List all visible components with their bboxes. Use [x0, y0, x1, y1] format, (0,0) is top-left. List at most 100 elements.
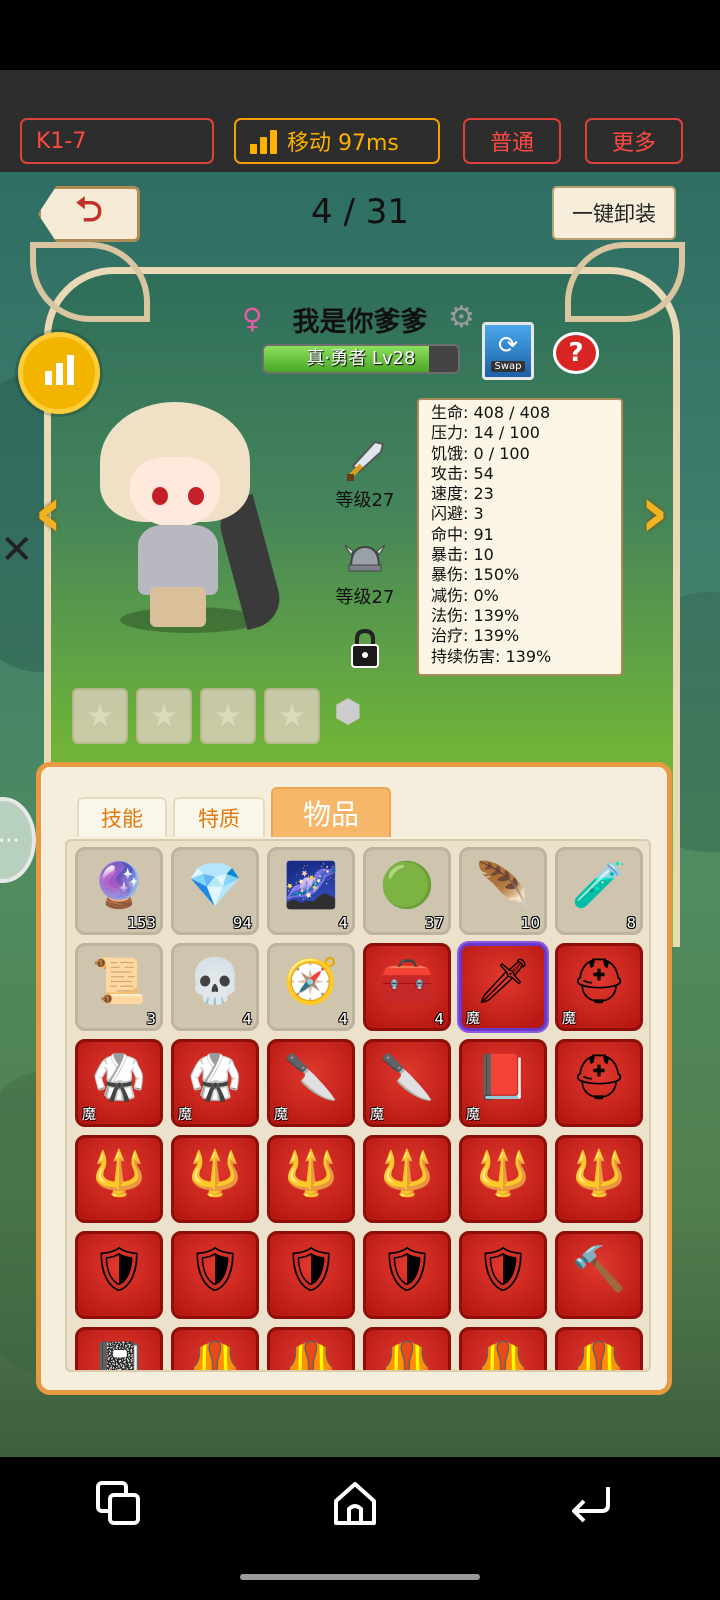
- stats-panel: 生命: 408 / 408 压力: 14 / 100 饥饿: 0 / 100 攻…: [417, 398, 623, 676]
- scroll-icon: 📜: [91, 956, 147, 1007]
- stat-stress: 压力: 14 / 100: [431, 423, 540, 443]
- item-slot[interactable]: 🔨: [555, 1231, 643, 1319]
- item-slot[interactable]: 🦺: [171, 1327, 259, 1372]
- home-icon[interactable]: [330, 1479, 380, 1529]
- item-slot[interactable]: 💎 94: [171, 847, 259, 935]
- fur-armor-icon: 🥋: [91, 1052, 147, 1103]
- emerald-icon: 🟢: [379, 860, 435, 911]
- item-slot[interactable]: 🔪 魔: [267, 1039, 355, 1127]
- previous-hero-arrow-icon[interactable]: ‹: [34, 472, 74, 552]
- swap-button[interactable]: ⟳ Swap: [482, 322, 534, 380]
- magic-tag: 魔: [274, 1107, 288, 1123]
- laurel-shield-icon: 🛡: [475, 1244, 531, 1295]
- item-slot[interactable]: 🪶 10: [459, 847, 547, 935]
- item-slot[interactable]: 📓: [75, 1327, 163, 1372]
- item-slot[interactable]: 🔱: [171, 1135, 259, 1223]
- item-slot[interactable]: 🌌 4: [267, 847, 355, 935]
- item-slot[interactable]: 🦺: [555, 1327, 643, 1372]
- item-quantity: 4: [434, 1010, 444, 1028]
- gesture-bar[interactable]: [240, 1574, 480, 1580]
- stat-attack: 攻击: 54: [431, 463, 494, 483]
- top-bar: K1-7 移动 97ms 普通 更多: [0, 70, 720, 172]
- magic-tag: 魔: [82, 1107, 96, 1123]
- gold-armor-icon: 🦺: [571, 1340, 627, 1372]
- item-slot[interactable]: 🔱: [459, 1135, 547, 1223]
- item-slot[interactable]: 🔱: [363, 1135, 451, 1223]
- laurel-shield-icon: 🛡: [91, 1244, 147, 1295]
- swap-arrows-icon: ⟳: [497, 330, 519, 359]
- phoenix-feather-icon: 🪶: [475, 860, 531, 911]
- item-slot[interactable]: 🛡: [171, 1231, 259, 1319]
- item-slot[interactable]: ⛑: [555, 1039, 643, 1127]
- book-icon: 📓: [91, 1340, 147, 1372]
- signal-bars-icon: [250, 128, 277, 154]
- server-button[interactable]: K1-7: [20, 118, 214, 164]
- ping-label: 移动 97ms: [287, 131, 399, 156]
- stat-hunger: 饥饿: 0 / 100: [431, 443, 530, 463]
- helmet-slot[interactable]: 等级27: [330, 537, 400, 609]
- item-slot[interactable]: 🔱: [75, 1135, 163, 1223]
- magic-tag: 魔: [562, 1011, 576, 1027]
- weapon-slot[interactable]: 等级27: [330, 440, 400, 512]
- laurel-shield-icon: 🛡: [283, 1244, 339, 1295]
- item-slot[interactable]: 🧭 4: [267, 943, 355, 1031]
- item-quantity: 10: [520, 914, 540, 932]
- ping-button[interactable]: 移动 97ms: [234, 118, 440, 164]
- item-slot[interactable]: 🦺: [363, 1327, 451, 1372]
- floating-menu-handle[interactable]: ⋯: [0, 797, 36, 883]
- rune-slot-4[interactable]: ★: [264, 688, 320, 744]
- item-slot[interactable]: 📕 魔: [459, 1039, 547, 1127]
- item-slot[interactable]: 🧰 4: [363, 943, 451, 1031]
- recent-apps-icon[interactable]: [94, 1479, 144, 1529]
- item-slot[interactable]: 🦺: [459, 1327, 547, 1370]
- padlock-icon: [351, 628, 379, 668]
- next-hero-arrow-icon[interactable]: ›: [640, 472, 680, 552]
- tab-traits[interactable]: 特质: [173, 797, 265, 837]
- help-button[interactable]: ?: [553, 332, 599, 374]
- treasure-chest-icon: 🧰: [379, 956, 435, 1007]
- potion-icon: 🧪: [571, 860, 627, 911]
- item-slot[interactable]: 🥋 魔: [171, 1039, 259, 1127]
- gold-armor-icon: 🦺: [187, 1340, 243, 1372]
- unequip-all-button[interactable]: 一键卸装: [552, 186, 676, 240]
- close-x-icon[interactable]: ✕: [0, 527, 34, 573]
- back-arrow-icon[interactable]: [566, 1479, 616, 1529]
- hero-page-counter: 4 / 31: [311, 192, 409, 232]
- item-slot[interactable]: 🦺: [267, 1327, 355, 1370]
- gold-armor-icon: 🦺: [379, 1340, 435, 1372]
- gold-helmet-icon: ⛑: [571, 1052, 627, 1103]
- item-slot[interactable]: 🗡 魔: [459, 943, 547, 1031]
- item-quantity: 37: [424, 914, 444, 932]
- item-slot[interactable]: 🔱: [267, 1135, 355, 1223]
- item-slot[interactable]: 🟢 37: [363, 847, 451, 935]
- item-slot[interactable]: 🛡: [363, 1231, 451, 1319]
- spellbook-icon: 📕: [475, 1052, 531, 1103]
- tab-items[interactable]: 物品: [271, 787, 391, 837]
- item-slot[interactable]: 🔪 魔: [363, 1039, 451, 1127]
- item-slot[interactable]: ⛑ 魔: [555, 943, 643, 1031]
- winged-mace-icon: 🔱: [91, 1148, 147, 1199]
- rune-slot-1[interactable]: ★: [72, 688, 128, 744]
- item-slot[interactable]: 🛡: [459, 1231, 547, 1319]
- mode-button[interactable]: 普通: [463, 118, 561, 164]
- item-slot[interactable]: 🛡: [267, 1231, 355, 1319]
- back-button[interactable]: ⮌: [38, 186, 140, 242]
- inventory-panel: 技能 特质 物品 🔮 153 💎 94 🌌 4 🟢 37 🪶 10 🧪 8 📜 3 💀 4 🧭 4 🧰 4 🗡 魔 ⛑ 魔 🥋 魔…: [36, 762, 672, 1395]
- winged-mace-icon: 🔱: [379, 1148, 435, 1199]
- item-slot[interactable]: 🥋 魔: [75, 1039, 163, 1127]
- item-slot[interactable]: 🔱: [555, 1135, 643, 1223]
- curved-blade-icon: 🔪: [379, 1052, 435, 1103]
- rune-slot-2[interactable]: ★: [136, 688, 192, 744]
- rune-stone-icon[interactable]: ⬢: [334, 692, 374, 742]
- hero-name: 我是你爹爹: [292, 307, 428, 338]
- gear-icon[interactable]: ⚙: [448, 300, 475, 335]
- item-slot[interactable]: 📜 3: [75, 943, 163, 1031]
- item-slot[interactable]: 🔮 153: [75, 847, 163, 935]
- more-button[interactable]: 更多: [585, 118, 683, 164]
- rune-slot-3[interactable]: ★: [200, 688, 256, 744]
- item-slot[interactable]: 🧪 8: [555, 847, 643, 935]
- item-slot[interactable]: 🛡: [75, 1231, 163, 1319]
- tab-skills[interactable]: 技能: [77, 797, 167, 837]
- item-slot[interactable]: 💀 4: [171, 943, 259, 1031]
- laurel-shield-icon: 🛡: [187, 1244, 243, 1295]
